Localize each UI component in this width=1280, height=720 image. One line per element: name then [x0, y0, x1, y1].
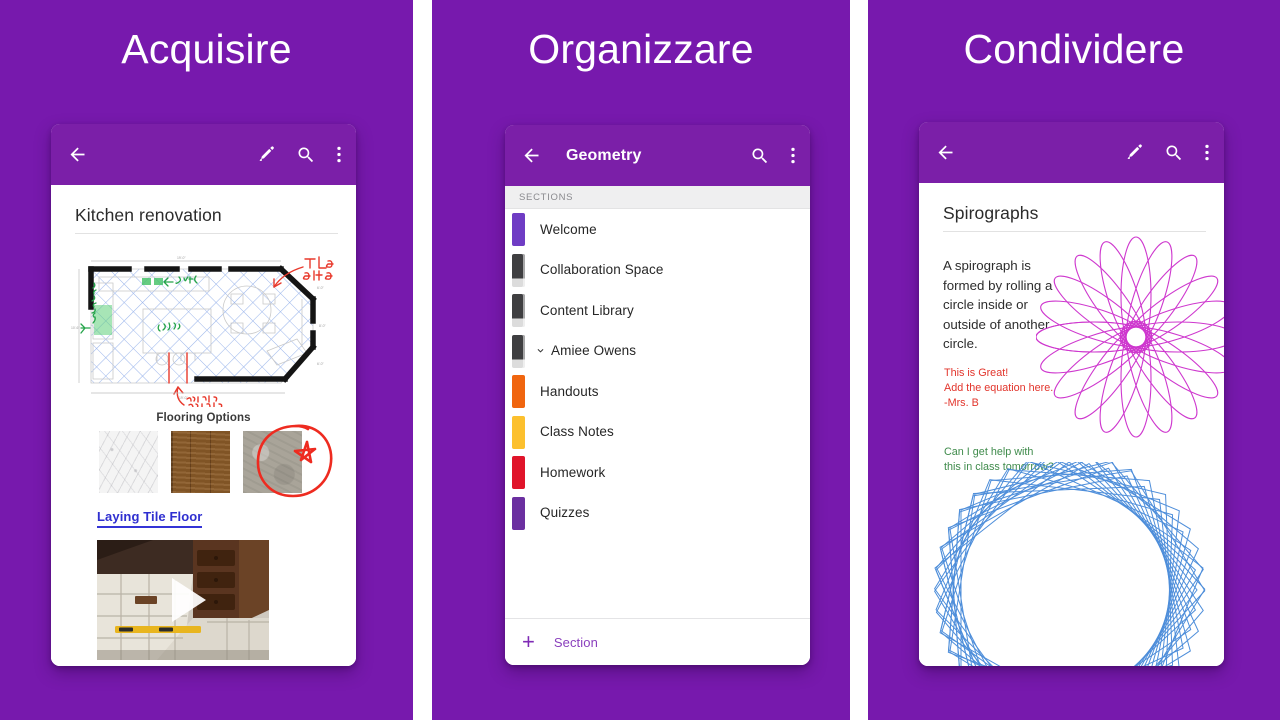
- stone-swatch[interactable]: [243, 431, 302, 493]
- blue-spirograph: [919, 404, 1224, 666]
- back-arrow-icon[interactable]: [935, 142, 956, 163]
- panel-gap-1: [413, 0, 432, 720]
- title-divider: [75, 233, 338, 234]
- section-color-chip: [512, 213, 525, 246]
- search-icon[interactable]: [296, 145, 316, 165]
- page-title: Kitchen renovation: [75, 205, 222, 225]
- overflow-menu-icon[interactable]: [1204, 142, 1210, 163]
- section-color-chip: [512, 456, 525, 489]
- overflow-menu-icon[interactable]: [790, 145, 796, 166]
- note-page-spirographs: Spirographs A spirograph is formed by ro…: [919, 183, 1224, 666]
- notebook-icon: [512, 253, 525, 287]
- sidebar-item-quizzes[interactable]: Quizzes: [505, 493, 810, 534]
- search-icon[interactable]: [1164, 143, 1184, 163]
- notebook-icon: [512, 334, 525, 368]
- panel-title-2: Organizzare: [528, 26, 754, 72]
- section-color-chip: [512, 375, 525, 408]
- section-label: Homework: [540, 464, 606, 480]
- note-sheet-1: Kitchen renovation 19'-0" 10'-6" 19'-0" …: [51, 185, 356, 666]
- app-bar-3: [919, 122, 1224, 183]
- screenshot-stage: Acquisire Kitchen renovation 19'-0" 10'-…: [0, 0, 1280, 720]
- note-page-kitchen: Kitchen renovation 19'-0" 10'-6" 19'-0" …: [51, 185, 356, 666]
- sidebar-item-class-notes[interactable]: Class Notes: [505, 412, 810, 453]
- svg-text:10'-6": 10'-6": [71, 326, 80, 330]
- flooring-options-label: Flooring Options: [156, 412, 251, 424]
- sections-sheet: SECTIONS Welcome Collaboration Space Con…: [505, 186, 810, 665]
- sections-list: Welcome Collaboration Space Content Libr…: [505, 209, 810, 533]
- add-section-button[interactable]: + Section: [505, 618, 810, 665]
- overflow-menu-icon[interactable]: [336, 144, 342, 165]
- section-label: Handouts: [540, 383, 599, 399]
- floorplan-image: 19'-0" 10'-6" 19'-0" 8'-0" 6'-0" 6'-0": [69, 247, 337, 407]
- svg-text:19'-0": 19'-0": [179, 396, 188, 400]
- section-label: Collaboration Space: [540, 262, 664, 278]
- section-label: Welcome: [540, 221, 597, 237]
- sections-header: SECTIONS: [505, 186, 810, 209]
- notebook-icon: [512, 294, 525, 327]
- svg-text:6'-0": 6'-0": [317, 286, 325, 290]
- add-section-label: Section: [553, 634, 598, 650]
- section-label: Class Notes: [540, 424, 614, 440]
- video-link[interactable]: Laying Tile Floor: [97, 509, 203, 528]
- svg-text:6'-0": 6'-0": [317, 362, 325, 366]
- panel-condividere: Condividere Spirographs A spirograph is …: [868, 0, 1280, 720]
- panel-gap-2: [850, 0, 868, 720]
- phone-mockup-1: Kitchen renovation 19'-0" 10'-6" 19'-0" …: [51, 124, 356, 666]
- phone-mockup-3: Spirographs A spirograph is formed by ro…: [919, 122, 1224, 666]
- play-triangle-icon[interactable]: [172, 578, 206, 622]
- sidebar-item-homework[interactable]: Homework: [505, 452, 810, 493]
- phone-mockup-2: Geometry SECTIONS Welcome Collaboration …: [505, 125, 810, 665]
- notebook-title: Geometry: [566, 146, 642, 164]
- app-bar-1: [51, 124, 356, 185]
- panel-title-3: Condividere: [963, 26, 1185, 72]
- pen-highlighter-icon[interactable]: [255, 144, 276, 165]
- back-arrow-icon[interactable]: [521, 145, 542, 166]
- video-thumbnail[interactable]: [97, 540, 269, 660]
- back-arrow-icon[interactable]: [67, 144, 88, 165]
- search-icon[interactable]: [750, 146, 770, 166]
- sidebar-item-amiee-owens[interactable]: Amiee Owens: [505, 331, 810, 372]
- panel-acquisire: Acquisire Kitchen renovation 19'-0" 10'-…: [0, 0, 413, 720]
- section-label: Content Library: [540, 302, 634, 318]
- pen-highlighter-icon[interactable]: [1123, 142, 1144, 163]
- section-label: Amiee Owens: [551, 343, 637, 359]
- section-label: Quizzes: [540, 505, 590, 521]
- marble-swatch[interactable]: [99, 431, 158, 493]
- wood-swatch[interactable]: [171, 431, 230, 493]
- plus-icon: +: [522, 629, 535, 654]
- svg-text:8'-0": 8'-0": [319, 324, 327, 328]
- section-color-chip: [512, 415, 525, 449]
- panel-organizzare: Organizzare Geometry SECTIONS Welcome Co…: [432, 0, 850, 720]
- sidebar-item-collaboration-space[interactable]: Collaboration Space: [505, 250, 810, 291]
- note-sheet-3: Spirographs A spirograph is formed by ro…: [919, 183, 1224, 666]
- app-bar-2: Geometry: [505, 125, 810, 186]
- sidebar-item-welcome[interactable]: Welcome: [505, 209, 810, 250]
- page-title: Spirographs: [943, 203, 1039, 223]
- sections-header-label: SECTIONS: [519, 191, 574, 203]
- chevron-down-icon[interactable]: [533, 345, 547, 356]
- panel-title-1: Acquisire: [121, 26, 292, 72]
- magenta-spirograph: [1035, 227, 1224, 447]
- section-color-chip: [512, 496, 525, 530]
- flooring-swatches: [99, 431, 302, 493]
- svg-text:19'-0": 19'-0": [177, 256, 186, 260]
- sidebar-item-handouts[interactable]: Handouts: [505, 371, 810, 412]
- sidebar-item-content-library[interactable]: Content Library: [505, 290, 810, 331]
